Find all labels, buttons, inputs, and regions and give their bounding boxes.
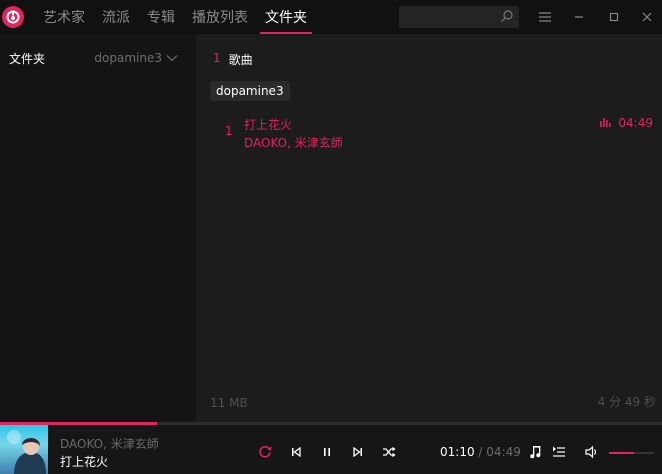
sidebar-title: 文件夹: [9, 51, 46, 66]
shuffle-icon[interactable]: [381, 444, 397, 460]
chevron-down-icon: [166, 51, 178, 65]
time-separator: /: [478, 445, 483, 459]
main-nav: 艺术家 流派 专辑 播放列表 文件夹: [38, 0, 319, 34]
close-icon[interactable]: [638, 8, 656, 26]
app-logo-icon: [2, 6, 24, 28]
folder-dropdown[interactable]: dopamine3: [94, 51, 178, 65]
current-time: 01:10: [440, 445, 475, 459]
playlist-icon[interactable]: [551, 444, 567, 460]
folder-total-duration: 4 分 49 秒: [597, 395, 656, 409]
sidebar-header: 文件夹 dopamine3: [0, 34, 196, 82]
music-note-icon[interactable]: [528, 444, 544, 460]
folder-sidebar: 文件夹 dopamine3: [0, 34, 196, 422]
folder-chip[interactable]: dopamine3: [210, 81, 290, 101]
playback-time: 01:10 / 04:49: [440, 445, 521, 459]
track-artist: DAOKO, 米津玄師: [244, 136, 343, 150]
song-count-number: 1: [213, 51, 221, 65]
main-content: 1 歌曲 dopamine3 1 打上花火 DAOKO, 米津玄師 04:49 …: [196, 34, 662, 422]
nav-tab-albums[interactable]: 专辑: [142, 0, 180, 34]
song-count: 1 歌曲: [213, 51, 253, 68]
now-playing-title: 打上花火: [60, 455, 109, 469]
pause-icon[interactable]: [319, 444, 335, 460]
search-icon[interactable]: [500, 9, 514, 26]
volume-slider-fill: [609, 452, 634, 454]
repeat-icon[interactable]: [257, 444, 273, 460]
folder-dropdown-value: dopamine3: [94, 51, 162, 65]
nav-tab-folders[interactable]: 文件夹: [260, 0, 312, 34]
album-cover[interactable]: [0, 425, 48, 474]
song-count-label: 歌曲: [228, 53, 253, 67]
nav-tab-playlists[interactable]: 播放列表: [187, 0, 253, 34]
equalizer-icon: [600, 116, 612, 130]
track-index: 1: [225, 124, 233, 138]
now-playing-artist: DAOKO, 米津玄師: [60, 437, 159, 451]
volume-slider[interactable]: [609, 452, 654, 454]
next-track-icon[interactable]: [350, 444, 366, 460]
nav-tab-artists[interactable]: 艺术家: [38, 0, 90, 34]
track-duration: 04:49: [618, 116, 653, 130]
track-row[interactable]: 1 打上花火 DAOKO, 米津玄師 04:49: [196, 116, 662, 150]
minimize-icon[interactable]: [570, 8, 588, 26]
volume-icon[interactable]: [584, 444, 600, 460]
title-bar: 艺术家 流派 专辑 播放列表 文件夹: [0, 0, 662, 34]
track-title: 打上花火: [244, 118, 293, 132]
maximize-icon[interactable]: [605, 8, 623, 26]
folder-total-size: 11 MB: [210, 396, 248, 410]
player-bar: DAOKO, 米津玄師 打上花火 01:10 / 04:49: [0, 425, 662, 474]
previous-track-icon[interactable]: [288, 444, 304, 460]
search-input[interactable]: [399, 6, 519, 28]
menu-icon[interactable]: [536, 8, 554, 26]
track-right: 04:49: [600, 116, 653, 130]
total-time: 04:49: [486, 445, 521, 459]
nav-tab-genres[interactable]: 流派: [97, 0, 135, 34]
